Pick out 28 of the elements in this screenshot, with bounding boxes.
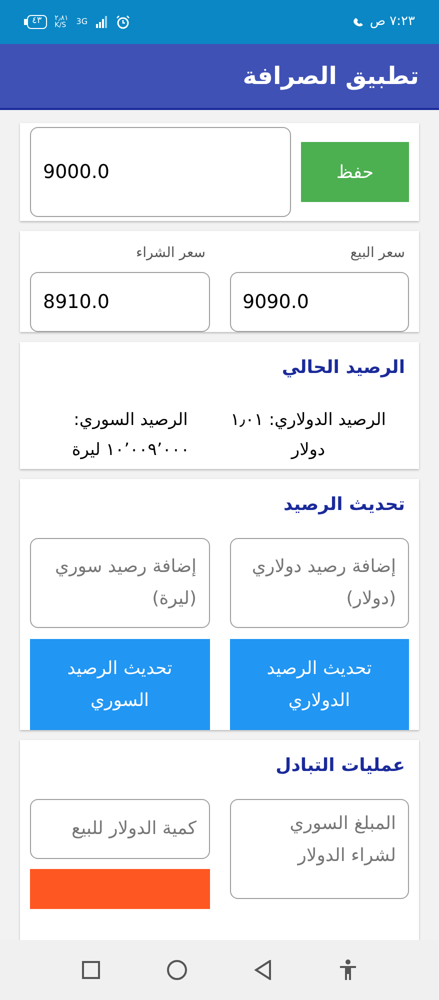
alarm-clock-icon	[116, 15, 130, 29]
update-balance-button[interactable]: تحديث الرصيد الدولاري	[230, 639, 409, 730]
input-field[interactable]: إضافة رصيد دولاري (دولار)	[230, 538, 409, 628]
input-field[interactable]: كمية الدولار للبيع	[30, 799, 210, 859]
phone-icon	[352, 15, 366, 29]
recent-apps-icon[interactable]	[82, 961, 100, 979]
app-title: تطبيق الصرافة	[242, 61, 419, 92]
field-label: سعر البيع	[349, 244, 406, 264]
signal-icon	[96, 16, 108, 28]
clock-text: ٧:٢٣ ص	[370, 13, 415, 32]
home-icon[interactable]	[166, 960, 187, 980]
field-label: سعر الشراء	[134, 244, 206, 264]
accessibility-icon[interactable]	[339, 959, 358, 981]
balance-text: الرصيد السوري: ١٠٬٠٠٩٬٠٠٠ ليرة	[70, 409, 191, 462]
input-field[interactable]: 9000.0	[30, 127, 291, 218]
section-title: تحديث الرصيد	[282, 493, 405, 517]
network-text: 3G	[76, 16, 88, 28]
input-field[interactable]: المبلغ السوري لشراء الدولار	[230, 799, 409, 899]
save-button[interactable]: حفظ	[301, 142, 409, 202]
section-title: الرصيد الحالي	[280, 356, 405, 380]
section-title: عمليات التبادل	[274, 754, 405, 778]
input-field[interactable]: 9090.0	[230, 272, 409, 332]
balance-text: الرصيد الدولاري: ١٫٠١ دولار	[230, 409, 387, 462]
battery-icon: ٤٣	[24, 15, 47, 29]
input-field[interactable]: 8910.0	[30, 272, 210, 332]
update-balance-button[interactable]: تحديث الرصيد السوري	[30, 639, 210, 730]
back-icon[interactable]	[254, 960, 272, 980]
input-field[interactable]: إضافة رصيد سوري (ليرة)	[30, 538, 210, 628]
